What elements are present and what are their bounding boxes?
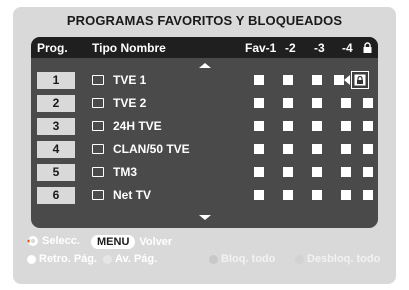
channel-name: TM3	[113, 165, 137, 179]
channel-name: Net TV	[113, 188, 152, 202]
fav1-checkbox[interactable]	[254, 167, 264, 177]
fav4-checkbox[interactable]	[341, 144, 351, 154]
channel-name: TVE 1	[113, 73, 147, 87]
tv-channel-icon	[92, 98, 104, 108]
channel-row[interactable]: 6 Net TV	[31, 187, 378, 205]
next-page-label: Av. Pág.	[115, 253, 158, 265]
select-label: Selecc.	[42, 235, 80, 247]
header-fav1: Fav-1	[245, 41, 277, 55]
fav1-checkbox[interactable]	[254, 98, 264, 108]
header-fav3: -3	[314, 41, 325, 55]
fav3-checkbox[interactable]	[312, 98, 322, 108]
unlock-all-hint[interactable]: Desbloq. todo	[295, 253, 380, 265]
fav2-checkbox[interactable]	[283, 144, 293, 154]
back-label: Volver	[139, 236, 173, 248]
channel-name: CLAN/50 TVE	[113, 142, 190, 156]
menu-button[interactable]: MENU	[91, 235, 136, 249]
fav3-checkbox[interactable]	[312, 167, 322, 177]
header-fav4: -4	[342, 41, 353, 55]
scroll-down-icon[interactable]	[199, 215, 211, 220]
fav3-checkbox[interactable]	[312, 144, 322, 154]
scroll-up-icon[interactable]	[199, 63, 211, 68]
fav2-checkbox[interactable]	[283, 75, 293, 85]
lock-checkbox-selected[interactable]	[351, 71, 369, 89]
channel-number: 6	[37, 187, 75, 204]
fav1-checkbox[interactable]	[254, 190, 264, 200]
channel-number: 4	[37, 141, 75, 158]
channel-name: 24H TVE	[113, 119, 162, 133]
channel-name: TVE 2	[113, 96, 147, 110]
lock-checkbox[interactable]	[363, 167, 373, 177]
prev-page-hint[interactable]: Retro. Pág.	[27, 253, 97, 265]
navigation-cross-icon	[27, 236, 38, 246]
tv-channel-icon	[92, 190, 104, 200]
tv-channel-icon	[92, 75, 104, 85]
tv-channel-icon	[92, 144, 104, 154]
channel-number: 2	[37, 95, 75, 112]
fav3-checkbox[interactable]	[312, 75, 322, 85]
white-button-icon	[27, 254, 36, 264]
lock-all-label: Bloq. todo	[221, 253, 276, 265]
channel-row[interactable]: 4 CLAN/50 TVE	[31, 141, 378, 159]
next-page-hint[interactable]: Av. Pág.	[103, 253, 157, 265]
dialog-frame: PROGRAMAS FAVORITOS Y BLOQUEADOS Prog. T…	[13, 7, 396, 284]
lock-checkbox[interactable]	[363, 121, 373, 131]
fav1-checkbox[interactable]	[254, 75, 264, 85]
light-button-icon	[103, 254, 112, 264]
fav4-checkbox[interactable]	[341, 167, 351, 177]
dialog-title: PROGRAMAS FAVORITOS Y BLOQUEADOS	[66, 13, 343, 28]
lock-checkbox[interactable]	[363, 144, 373, 154]
prev-page-label: Retro. Pág.	[39, 253, 98, 265]
lock-checkbox[interactable]	[363, 98, 373, 108]
channel-number: 3	[37, 118, 75, 135]
channel-number: 5	[37, 164, 75, 181]
lock-checkbox[interactable]	[363, 190, 373, 200]
menu-back-hint[interactable]: MENU Volver	[91, 235, 172, 249]
selection-cursor-icon	[344, 75, 350, 85]
tv-channel-icon	[92, 121, 104, 131]
select-hint: Selecc.	[27, 235, 80, 247]
channel-row[interactable]: 2 TVE 2	[31, 95, 378, 113]
unlock-all-label: Desbloq. todo	[307, 253, 381, 265]
fav4-checkbox[interactable]	[334, 75, 344, 85]
lock-icon	[363, 42, 372, 53]
lock-all-hint[interactable]: Bloq. todo	[209, 253, 275, 265]
fav1-checkbox[interactable]	[254, 121, 264, 131]
fav4-checkbox[interactable]	[341, 121, 351, 131]
fav2-checkbox[interactable]	[283, 167, 293, 177]
channel-number: 1	[37, 72, 75, 89]
fav2-checkbox[interactable]	[283, 190, 293, 200]
fav3-checkbox[interactable]	[312, 121, 322, 131]
gray-button-icon	[295, 254, 304, 264]
fav4-checkbox[interactable]	[341, 190, 351, 200]
gray-button-icon	[209, 254, 218, 264]
header-prog: Prog.	[37, 41, 68, 55]
channel-row[interactable]: 5 TM3	[31, 164, 378, 182]
lock-icon	[354, 74, 366, 86]
fav2-checkbox[interactable]	[283, 121, 293, 131]
fav1-checkbox[interactable]	[254, 144, 264, 154]
header-tipo-nombre: Tipo Nombre	[92, 41, 166, 55]
fav4-checkbox[interactable]	[341, 98, 351, 108]
tv-channel-icon	[92, 167, 104, 177]
header-fav2: -2	[285, 41, 296, 55]
fav3-checkbox[interactable]	[312, 190, 322, 200]
list-header: Prog. Tipo Nombre Fav-1 -2 -3 -4	[31, 37, 378, 58]
channel-row[interactable]: 3 24H TVE	[31, 118, 378, 136]
channel-list-panel: Prog. Tipo Nombre Fav-1 -2 -3 -4 1 TVE 1	[31, 37, 378, 228]
channel-row[interactable]: 1 TVE 1	[31, 71, 378, 90]
fav2-checkbox[interactable]	[283, 98, 293, 108]
